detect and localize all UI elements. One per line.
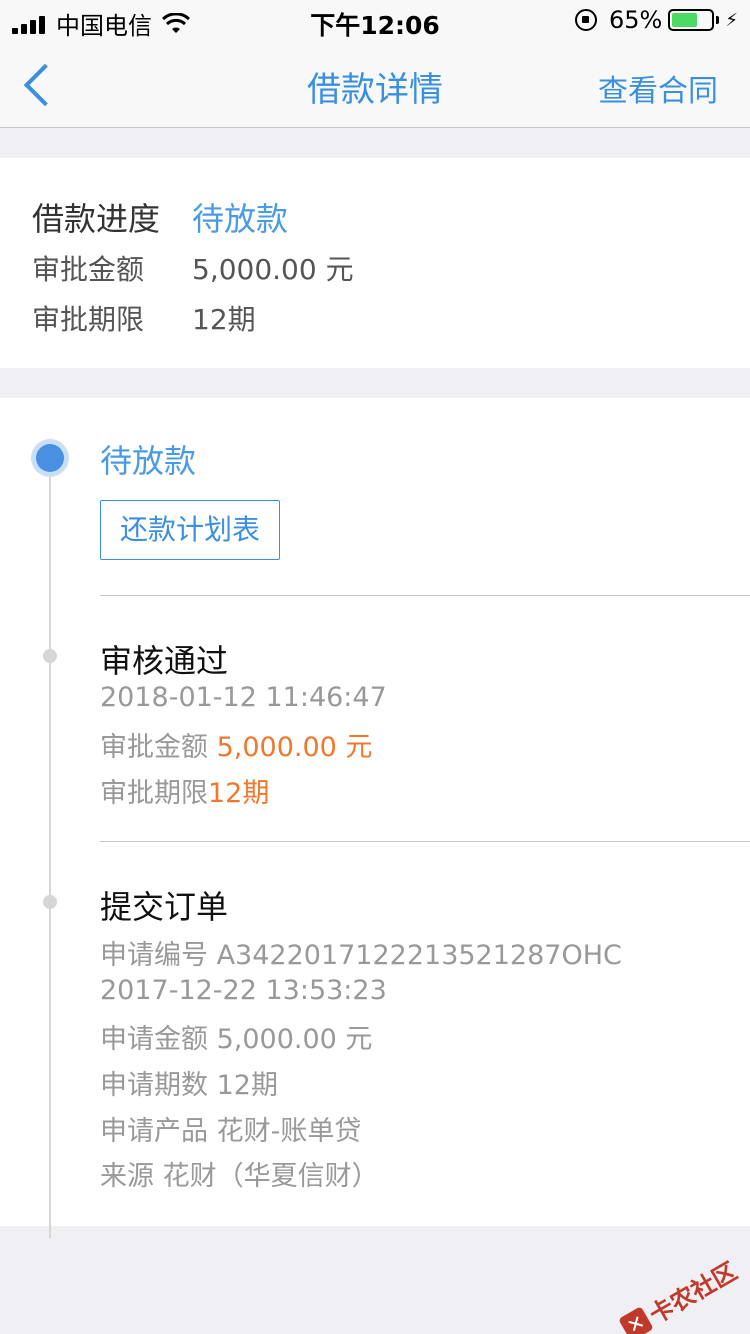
timeline-dot-active (36, 444, 64, 472)
term-value: 12期 (192, 303, 256, 336)
nav-bar: 借款详情 查看合同 (0, 40, 750, 128)
status-bar: 中国电信 下午12:06 65% ⚡ (0, 0, 750, 40)
amount-value: 5,000.00 元 (192, 253, 354, 286)
charging-icon: ⚡ (725, 9, 738, 31)
battery-tip (716, 16, 720, 24)
repayment-schedule-button[interactable]: 还款计划表 (100, 500, 280, 560)
approved-term: 审批期限12期 (100, 771, 269, 810)
timeline-dot (43, 895, 57, 909)
approved-amount: 审批金额 5,000.00 元 (100, 725, 372, 764)
approved-amount-label: 审批金额 (100, 732, 208, 763)
approved-amount-value: 5,000.00 元 (216, 732, 373, 763)
timeline-line (49, 458, 51, 1238)
source: 来源 花财（华夏信财） (100, 1161, 379, 1192)
order-number: 申请编号 A3422017122213521287OHC (100, 940, 622, 971)
approved-title: 审核通过 (100, 642, 229, 680)
progress-row: 借款进度 待放款 (32, 194, 288, 240)
term-label: 审批期限 (32, 303, 145, 336)
timeline-dot (43, 649, 57, 663)
amount-label: 审批金额 (32, 253, 145, 286)
watermark-text: 卡农社区 (644, 1257, 742, 1330)
timeline-active-title: 待放款 (100, 442, 197, 480)
loan-summary-card: 借款进度 待放款 审批金额 5,000.00 元 审批期限 12期 (0, 158, 750, 368)
submitted-time: 2017-12-22 13:53:23 (100, 975, 387, 1006)
watermark: ✕ 卡农社区 (616, 1252, 743, 1334)
rotation-lock-icon (575, 9, 598, 31)
requested-product: 申请产品 花财-账单贷 (100, 1116, 362, 1147)
approved-term-value: 12期 (208, 778, 270, 809)
loan-timeline: 待放款 还款计划表 审核通过 2018-01-12 11:46:47 审批金额 … (0, 398, 750, 1238)
term-row: 审批期限 12期 (32, 298, 256, 338)
approved-time: 2018-01-12 11:46:47 (100, 682, 387, 713)
submitted-title: 提交订单 (100, 888, 229, 926)
progress-value: 待放款 (192, 200, 289, 238)
requested-periods: 申请期数 12期 (100, 1070, 278, 1101)
divider (100, 595, 750, 596)
requested-amount: 申请金额 5,000.00 元 (100, 1024, 373, 1055)
progress-label: 借款进度 (32, 200, 161, 238)
battery-icon (668, 9, 715, 31)
amount-row: 审批金额 5,000.00 元 (32, 248, 354, 288)
approved-term-label: 审批期限 (100, 778, 208, 809)
view-contract-button[interactable]: 查看合同 (598, 66, 718, 110)
divider (100, 841, 750, 842)
battery-percent: 65% (609, 6, 663, 34)
